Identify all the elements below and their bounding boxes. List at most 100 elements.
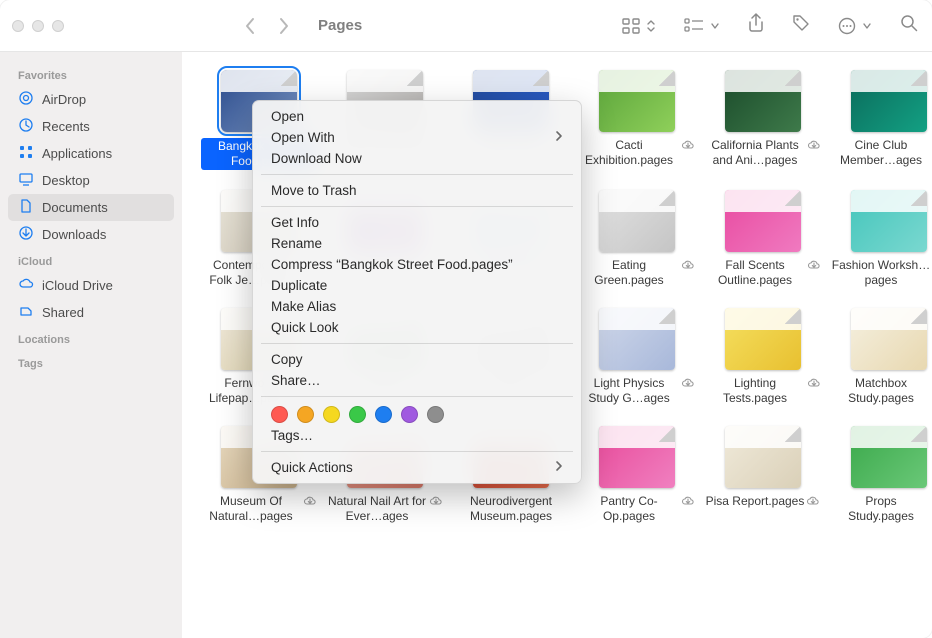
sidebar-section-title: Locations	[8, 326, 174, 350]
tag-color-dot[interactable]	[401, 406, 418, 423]
menu-item-label: Compress “Bangkok Street Food.pages”	[271, 257, 513, 272]
sidebar-section-title: iCloud	[8, 248, 174, 272]
sidebar-item-downloads[interactable]: Downloads	[8, 221, 174, 248]
menu-item-tags[interactable]: Tags…	[253, 425, 581, 446]
cloud-download-icon	[681, 259, 695, 273]
menu-item-move-to-trash[interactable]: Move to Trash	[253, 180, 581, 201]
file-item[interactable]: Lighting Tests.pages	[704, 308, 822, 406]
menu-item-label: Open	[271, 109, 304, 124]
menu-separator	[261, 451, 573, 452]
file-item[interactable]: Eating Green.pages	[578, 190, 696, 288]
cloud-download-icon	[681, 377, 695, 391]
file-item[interactable]: Fall Scents Outline.pages	[704, 190, 822, 288]
menu-item-label: Quick Actions	[271, 460, 353, 475]
tag-color-dot[interactable]	[323, 406, 340, 423]
desktop-icon	[18, 171, 34, 190]
file-item[interactable]: Pisa Report.pages	[704, 426, 822, 524]
file-name: Fashion Worksh…pages	[831, 258, 932, 288]
file-name: Props Study.pages	[831, 494, 932, 524]
menu-item-label: Rename	[271, 236, 322, 251]
airdrop-icon	[18, 90, 34, 109]
minimize-window-button[interactable]	[32, 20, 44, 32]
sidebar-item-label: AirDrop	[42, 92, 86, 107]
cloud-download-icon	[807, 377, 821, 391]
cloud-download-icon	[681, 139, 695, 153]
view-mode-button[interactable]	[622, 18, 656, 34]
file-name: Cine Club Member…ages	[831, 138, 932, 168]
context-menu: Open Open With Download Now Move to Trash Ge…	[252, 100, 582, 484]
menu-item-label: Quick Look	[271, 320, 339, 335]
menu-item-compress-bangkok-street-food-pages[interactable]: Compress “Bangkok Street Food.pages”	[253, 254, 581, 275]
cloud-download-icon	[807, 259, 821, 273]
sidebar-item-desktop[interactable]: Desktop	[8, 167, 174, 194]
clock-icon	[18, 117, 34, 136]
tag-color-dot[interactable]	[375, 406, 392, 423]
close-window-button[interactable]	[12, 20, 24, 32]
file-item[interactable]: Props Study.pages	[830, 426, 932, 524]
menu-item-label: Duplicate	[271, 278, 327, 293]
tag-color-dot[interactable]	[271, 406, 288, 423]
back-button[interactable]	[244, 17, 256, 35]
menu-item-label: Share…	[271, 373, 321, 388]
file-item[interactable]: Matchbox Study.pages	[830, 308, 932, 406]
tag-color-dot[interactable]	[297, 406, 314, 423]
tag-color-dot[interactable]	[349, 406, 366, 423]
sidebar-item-recents[interactable]: Recents	[8, 113, 174, 140]
file-item[interactable]: Cine Club Member…ages	[830, 70, 932, 170]
menu-separator	[261, 343, 573, 344]
menu-item-rename[interactable]: Rename	[253, 233, 581, 254]
sidebar-item-applications[interactable]: Applications	[8, 140, 174, 167]
file-thumbnail	[725, 190, 801, 252]
file-thumbnail	[725, 308, 801, 370]
file-item[interactable]: Light Physics Study G…ages	[578, 308, 696, 406]
file-thumbnail	[851, 426, 927, 488]
menu-item-open-with[interactable]: Open With	[253, 127, 581, 148]
tag-color-row	[253, 402, 581, 425]
menu-item-open[interactable]: Open	[253, 106, 581, 127]
sidebar-section-title: Tags	[8, 350, 174, 374]
file-name: Neurodivergent Museum.pages	[453, 494, 569, 524]
file-name: Natural Nail Art for Ever…ages	[327, 494, 443, 524]
cloud-download-icon	[806, 495, 820, 509]
menu-item-label: Download Now	[271, 151, 362, 166]
forward-button[interactable]	[278, 17, 290, 35]
file-item[interactable]: Fashion Worksh…pages	[830, 190, 932, 288]
search-button[interactable]	[900, 14, 918, 37]
menu-item-get-info[interactable]: Get Info	[253, 212, 581, 233]
tags-button[interactable]	[792, 14, 810, 37]
menu-item-label: Get Info	[271, 215, 319, 230]
menu-item-share[interactable]: Share…	[253, 370, 581, 391]
file-item[interactable]: Pantry Co-Op.pages	[578, 426, 696, 524]
menu-item-label: Make Alias	[271, 299, 336, 314]
cloud-download-icon	[681, 495, 695, 509]
menu-item-make-alias[interactable]: Make Alias	[253, 296, 581, 317]
sidebar-item-airdrop[interactable]: AirDrop	[8, 86, 174, 113]
file-item[interactable]: Cacti Exhibition.pages	[578, 70, 696, 170]
cloud-download-icon	[303, 495, 317, 509]
zoom-window-button[interactable]	[52, 20, 64, 32]
sidebar-item-label: Documents	[42, 200, 108, 215]
menu-item-download-now[interactable]: Download Now	[253, 148, 581, 169]
sidebar-item-shared[interactable]: Shared	[8, 299, 174, 326]
menu-item-label: Tags…	[271, 428, 313, 443]
menu-separator	[261, 206, 573, 207]
menu-item-copy[interactable]: Copy	[253, 349, 581, 370]
group-button[interactable]	[684, 18, 720, 34]
file-name: Light Physics Study G…ages	[579, 376, 695, 406]
action-button[interactable]	[838, 17, 872, 35]
menu-separator	[261, 174, 573, 175]
share-button[interactable]	[748, 13, 764, 38]
sidebar-item-icloud-drive[interactable]: iCloud Drive	[8, 272, 174, 299]
sidebar-item-documents[interactable]: Documents	[8, 194, 174, 221]
apps-icon	[18, 144, 34, 163]
menu-item-duplicate[interactable]: Duplicate	[253, 275, 581, 296]
file-thumbnail	[851, 308, 927, 370]
menu-item-quick-look[interactable]: Quick Look	[253, 317, 581, 338]
file-item[interactable]: California Plants and Ani…pages	[704, 70, 822, 170]
nav-buttons	[244, 17, 290, 35]
doc-icon	[18, 198, 34, 217]
sidebar-item-label: Desktop	[42, 173, 90, 188]
cloud-download-icon	[807, 139, 821, 153]
tag-color-dot[interactable]	[427, 406, 444, 423]
menu-item-quick-actions[interactable]: Quick Actions	[253, 457, 581, 478]
